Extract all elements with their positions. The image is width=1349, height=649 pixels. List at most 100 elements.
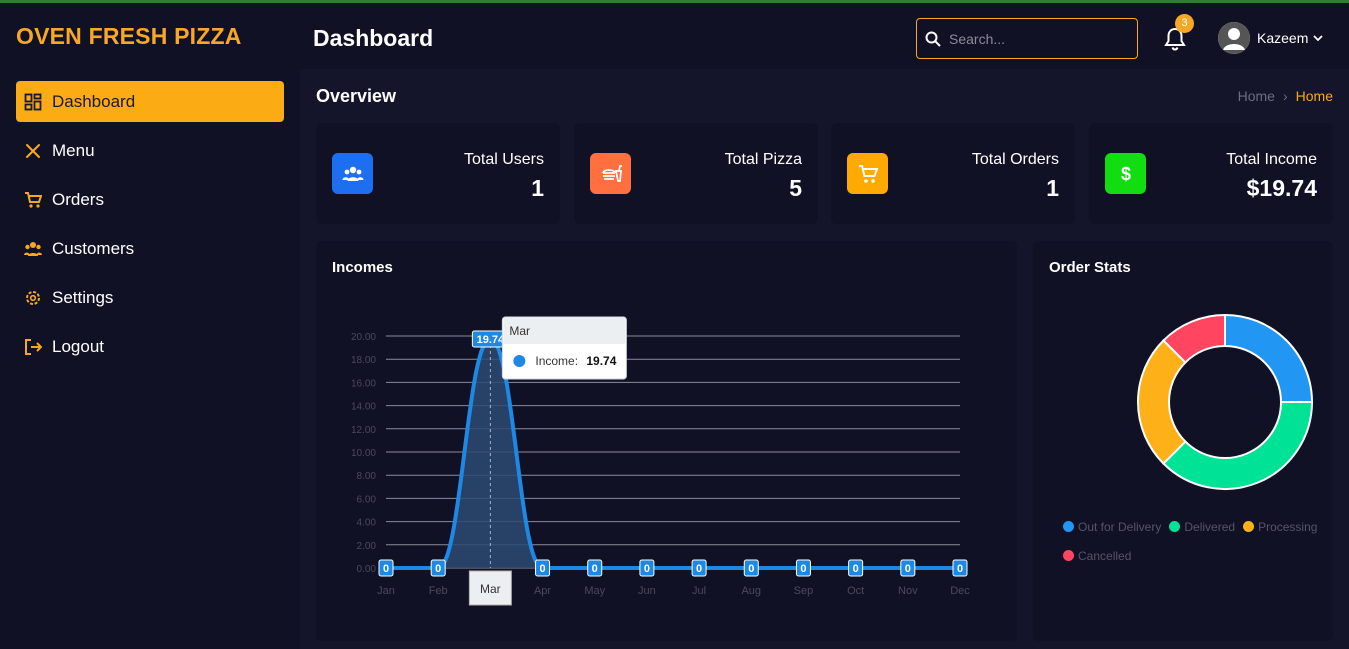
order-stats-donut-chart[interactable]	[1033, 241, 1333, 501]
legend-item[interactable]: Cancelled	[1063, 542, 1131, 571]
data-label-text: 0	[748, 563, 754, 575]
data-label: 0	[378, 559, 394, 577]
stat-card-orders: Total Orders 1	[831, 123, 1075, 224]
section-title: Overview	[316, 86, 397, 106]
legend-item[interactable]: Delivered	[1169, 513, 1235, 542]
legend-item[interactable]: Out for Delivery	[1063, 513, 1161, 542]
sidebar-item-dashboard[interactable]: Dashboard	[16, 81, 284, 122]
avatar	[1218, 22, 1250, 54]
x-tick-label: Sep	[794, 585, 814, 597]
legend-label: Delivered	[1184, 520, 1236, 534]
tooltip-series-value: 19.74	[586, 354, 616, 368]
income-area	[386, 339, 960, 568]
data-label-text: 0	[853, 563, 859, 575]
data-label: 0	[743, 559, 759, 577]
x-tick-label: Jul	[692, 585, 706, 597]
x-tick-label: Feb	[429, 585, 448, 597]
sidebar-item-label: Logout	[52, 336, 104, 356]
legend-marker	[1243, 521, 1255, 532]
breadcrumb-separator: ›	[1282, 88, 1288, 104]
legend-label: Out for Delivery	[1078, 520, 1162, 534]
sidebar-item-customers[interactable]: Customers	[16, 228, 284, 269]
data-label: 0	[691, 559, 707, 577]
donut-slice	[1162, 401, 1314, 490]
donut-slice	[1224, 313, 1314, 403]
stat-label: Total Pizza	[724, 151, 802, 168]
cart-icon	[858, 164, 878, 183]
legend-marker	[1169, 521, 1181, 532]
x-tick-label: Dec	[950, 585, 970, 597]
sidebar: OVEN FRESH PIZZA Dashboard Menu Orders C…	[0, 3, 300, 649]
brand-logo[interactable]: OVEN FRESH PIZZA	[16, 23, 242, 50]
sidebar-item-label: Menu	[52, 140, 95, 160]
sidebar-item-label: Settings	[52, 287, 114, 307]
stat-icon-box: $	[1105, 153, 1146, 194]
stat-value: 5	[789, 175, 802, 201]
logout-icon	[25, 338, 42, 355]
stat-label: Total Users	[463, 151, 544, 168]
data-label-text: 0	[592, 563, 598, 575]
y-tick-label: 16.00	[351, 378, 376, 389]
tooltip-title: Mar	[509, 324, 530, 338]
notification-badge: 3	[1175, 14, 1194, 33]
page-title: Dashboard	[313, 25, 434, 51]
sidebar-item-orders[interactable]: Orders	[16, 179, 284, 220]
cart-icon	[25, 191, 42, 208]
sidebar-item-label: Dashboard	[52, 91, 136, 111]
data-label-text: 0	[539, 563, 545, 575]
x-tick-label: Aug	[741, 585, 761, 597]
search-input[interactable]	[949, 30, 1129, 47]
y-tick-label: 8.00	[357, 471, 377, 482]
y-tick-label: 0.00	[357, 564, 377, 575]
legend-marker	[1063, 550, 1074, 561]
data-label: 0	[795, 559, 811, 577]
legend-marker	[1063, 521, 1074, 532]
sidebar-item-menu[interactable]: Menu	[16, 130, 284, 171]
stat-label: Total Income	[1226, 151, 1317, 168]
user-menu[interactable]: Kazeem	[1218, 22, 1324, 54]
x-tick-label: Jan	[377, 585, 395, 597]
order-stats-card: Order Stats Out for Delivery Delivered Pro…	[1033, 241, 1333, 641]
data-label: 0	[952, 559, 968, 577]
donut-slice	[1137, 339, 1187, 465]
data-label-text: 0	[696, 563, 702, 575]
data-label: 0	[430, 559, 446, 577]
svg-text:$: $	[1120, 164, 1130, 184]
data-label: 0	[900, 559, 916, 577]
data-label: 0	[848, 559, 864, 577]
data-label-text: 0	[435, 563, 441, 575]
sidebar-item-logout[interactable]: Logout	[16, 326, 284, 367]
dashboard-icon	[24, 93, 42, 110]
sidebar-item-label: Customers	[52, 238, 135, 258]
stat-value: $19.74	[1246, 175, 1317, 201]
search-icon	[925, 31, 941, 47]
data-label-text: 0	[905, 563, 911, 575]
order-stats-legend: Out for Delivery Delivered Processing Cance…	[1063, 513, 1333, 571]
legend-item[interactable]: Processing	[1243, 513, 1317, 542]
x-tick-label: Jun	[638, 585, 656, 597]
stat-value: 1	[531, 175, 544, 201]
legend-label: Processing	[1258, 520, 1318, 534]
legend-label: Cancelled	[1078, 549, 1132, 563]
incomes-chart[interactable]: 0.00 2.00 4.00 6.00 8.00 10.00 12.00 14.00 16.00…	[316, 241, 1017, 641]
x-tick-label: Apr	[534, 585, 551, 597]
breadcrumb: Home › Home	[1238, 88, 1333, 104]
gear-icon	[26, 290, 40, 305]
sidebar-item-settings[interactable]: Settings	[16, 277, 284, 318]
breadcrumb-current: Home	[1295, 88, 1333, 104]
y-tick-label: 10.00	[351, 448, 376, 459]
data-label-text: 0	[644, 563, 650, 575]
tooltip-series-dot	[513, 355, 526, 368]
stat-icon-box	[847, 153, 888, 194]
x-tick-label: May	[584, 585, 605, 597]
sidebar-item-label: Orders	[52, 189, 104, 209]
chart-tooltip: Mar Income: 19.74	[501, 316, 627, 380]
data-label-text: 0	[383, 563, 389, 575]
x-tick-label: Nov	[898, 585, 918, 597]
search-box[interactable]	[916, 18, 1138, 59]
breadcrumb-home-link[interactable]: Home	[1238, 88, 1275, 104]
data-label: 0	[639, 559, 655, 577]
stat-card-pizza: Total Pizza 5	[574, 123, 818, 224]
chevron-down-icon	[1313, 35, 1323, 42]
users-icon	[24, 241, 42, 256]
